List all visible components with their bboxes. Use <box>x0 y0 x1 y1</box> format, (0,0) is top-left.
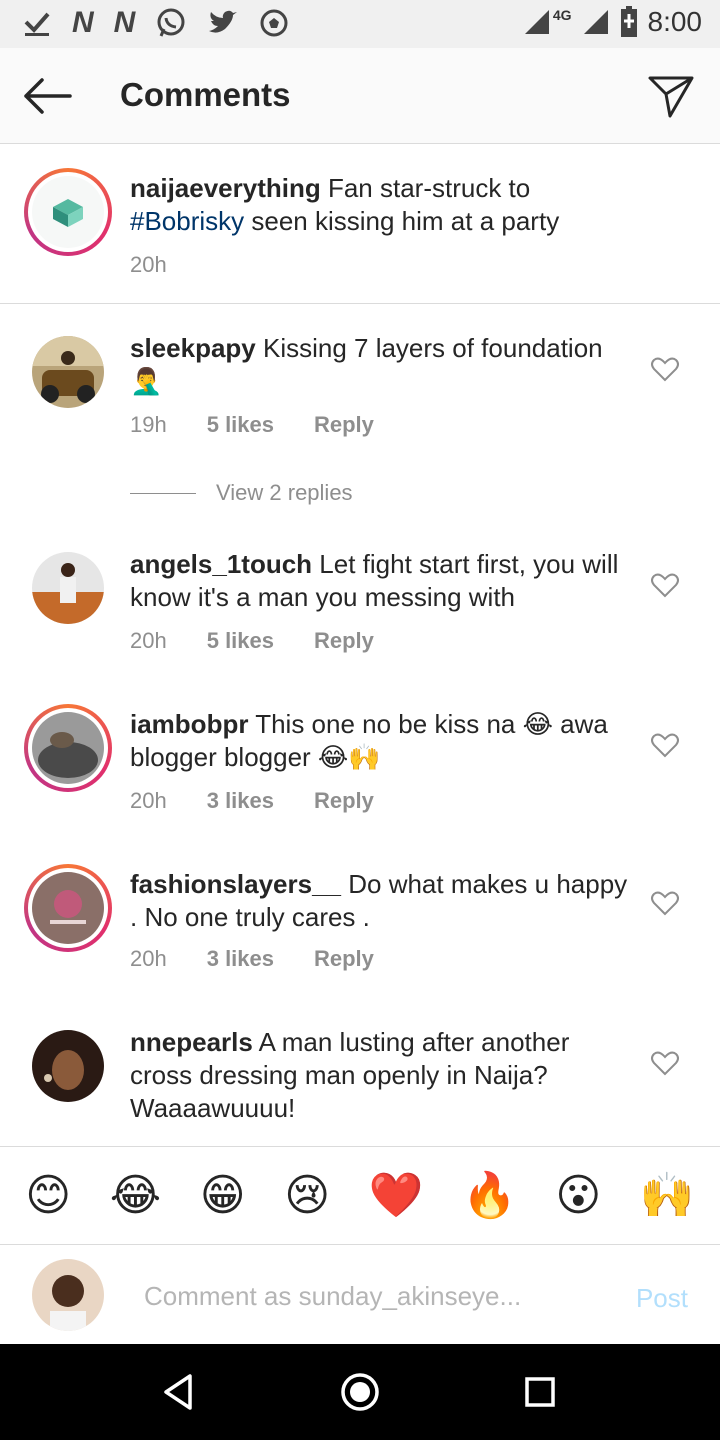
comment-username[interactable]: nnepearls <box>130 1027 253 1057</box>
comment-meta: 20h 5 likes Reply <box>130 628 374 654</box>
recents-nav-icon[interactable] <box>520 1372 560 1412</box>
signal-icon <box>583 10 608 34</box>
avatar[interactable] <box>24 864 112 952</box>
reply-button[interactable]: Reply <box>314 412 374 438</box>
caption-text: naijaeverything Fan star-struck to #Bobr… <box>130 172 630 238</box>
avatar-image <box>32 552 104 624</box>
comment-username[interactable]: angels_1touch <box>130 549 312 579</box>
likes-count[interactable]: 3 likes <box>207 946 274 972</box>
emoji-fire-button[interactable]: 🔥 <box>462 1173 517 1218</box>
reply-button[interactable]: Reply <box>314 946 374 972</box>
likes-count[interactable]: 5 likes <box>207 628 274 654</box>
comment-text: sleekpapy Kissing 7 layers of foundation… <box>130 332 630 398</box>
signal-icon <box>524 10 549 34</box>
emoji-cry-button[interactable]: 😢 <box>284 1173 330 1218</box>
status-bar: N N 4G 8:00 <box>0 0 720 48</box>
home-nav-icon[interactable] <box>340 1372 380 1412</box>
n-notification-icon: N <box>72 6 94 39</box>
comment-input[interactable]: Comment as sunday_akinseye... <box>144 1281 521 1312</box>
status-system: 4G 8:00 <box>523 6 702 38</box>
comment-username[interactable]: iambobpr <box>130 709 248 739</box>
avatar-image <box>32 336 104 408</box>
comment-username[interactable]: fashionslayers__ <box>130 869 341 899</box>
avatar[interactable] <box>32 336 104 408</box>
comment-text: iambobpr This one no be kiss na 😂 awa bl… <box>130 708 630 774</box>
timestamp: 19h <box>130 412 167 437</box>
emoji-wow-button[interactable]: 😮 <box>555 1173 601 1218</box>
caption-username[interactable]: naijaeverything <box>130 173 321 203</box>
avatar-image <box>32 872 104 944</box>
top-app-bar: Comments <box>0 48 720 144</box>
timestamp: 20h <box>130 946 167 971</box>
heart-icon[interactable] <box>650 730 680 760</box>
avatar[interactable] <box>32 1030 104 1102</box>
caption-avatar[interactable] <box>24 168 112 256</box>
heart-icon[interactable] <box>650 354 680 384</box>
clock: 8:00 <box>647 6 703 37</box>
timestamp: 20h <box>130 628 167 653</box>
avatar-image <box>32 712 104 784</box>
comment-composer: Comment as sunday_akinseye... Post <box>0 1244 720 1344</box>
quick-emoji-bar: 😊 😂 😁 😢 ❤️ 🔥 😮 🙌 <box>0 1146 720 1244</box>
comment-text: nnepearls A man lusting after another cr… <box>130 1026 630 1125</box>
post-caption: naijaeverything Fan star-struck to #Bobr… <box>0 144 720 304</box>
battery-icon <box>620 6 637 37</box>
emoji-grin-button[interactable]: 😁 <box>200 1173 246 1218</box>
timestamp: 20h <box>130 252 167 277</box>
emoji-laugh-button[interactable]: 😂 <box>110 1173 161 1218</box>
caption-text-part: seen kissing him at a party <box>244 206 560 236</box>
divider-line <box>130 492 196 494</box>
heart-icon[interactable] <box>650 1048 680 1078</box>
n-notification-icon: N <box>113 6 136 39</box>
caption-text-part: Fan star-struck to <box>320 173 531 203</box>
avatar-image <box>32 1030 104 1102</box>
whatsapp-icon <box>157 8 185 37</box>
heart-icon[interactable] <box>650 888 680 918</box>
comment-meta: 20h 3 likes Reply <box>130 788 374 814</box>
comment-meta: 19h 5 likes Reply <box>130 412 374 438</box>
check-download-icon <box>24 12 50 36</box>
view-replies-button[interactable]: View 2 replies <box>130 480 353 506</box>
twitter-icon <box>209 10 238 33</box>
likes-count[interactable]: 3 likes <box>207 788 274 814</box>
likes-count[interactable]: 5 likes <box>207 412 274 438</box>
current-user-avatar <box>32 1259 104 1331</box>
hashtag-link[interactable]: #Bobrisky <box>130 206 244 236</box>
avatar[interactable] <box>24 704 112 792</box>
emoji-smile-button[interactable]: 😊 <box>25 1173 71 1218</box>
heart-icon[interactable] <box>650 570 680 600</box>
post-button[interactable]: Post <box>636 1283 688 1314</box>
soccer-icon <box>260 9 288 37</box>
comment-text: fashionslayers__ Do what makes u happy .… <box>130 868 630 934</box>
reply-button[interactable]: Reply <box>314 628 374 654</box>
status-notifications: N N <box>22 6 289 40</box>
view-replies-label: View 2 replies <box>216 480 353 505</box>
back-arrow-icon[interactable] <box>20 72 76 120</box>
emoji-raised-hands-button[interactable]: 🙌 <box>640 1173 695 1218</box>
back-nav-icon[interactable] <box>160 1372 200 1412</box>
timestamp: 20h <box>130 788 167 813</box>
page-title: Comments <box>120 76 291 113</box>
emoji-heart-button[interactable]: ❤️ <box>369 1173 424 1218</box>
system-navigation-bar <box>0 1344 720 1440</box>
avatar-image <box>32 1259 104 1331</box>
comment-text: angels_1touch Let fight start first, you… <box>130 548 630 614</box>
naijaeverything-logo-icon <box>53 199 83 227</box>
reply-button[interactable]: Reply <box>314 788 374 814</box>
caption-meta: 20h <box>130 252 167 278</box>
avatar[interactable] <box>32 552 104 624</box>
comment-username[interactable]: sleekpapy <box>130 333 256 363</box>
network-type: 4G <box>552 7 572 23</box>
direct-share-icon[interactable] <box>646 70 696 120</box>
comment-meta: 20h 3 likes Reply <box>130 946 374 972</box>
